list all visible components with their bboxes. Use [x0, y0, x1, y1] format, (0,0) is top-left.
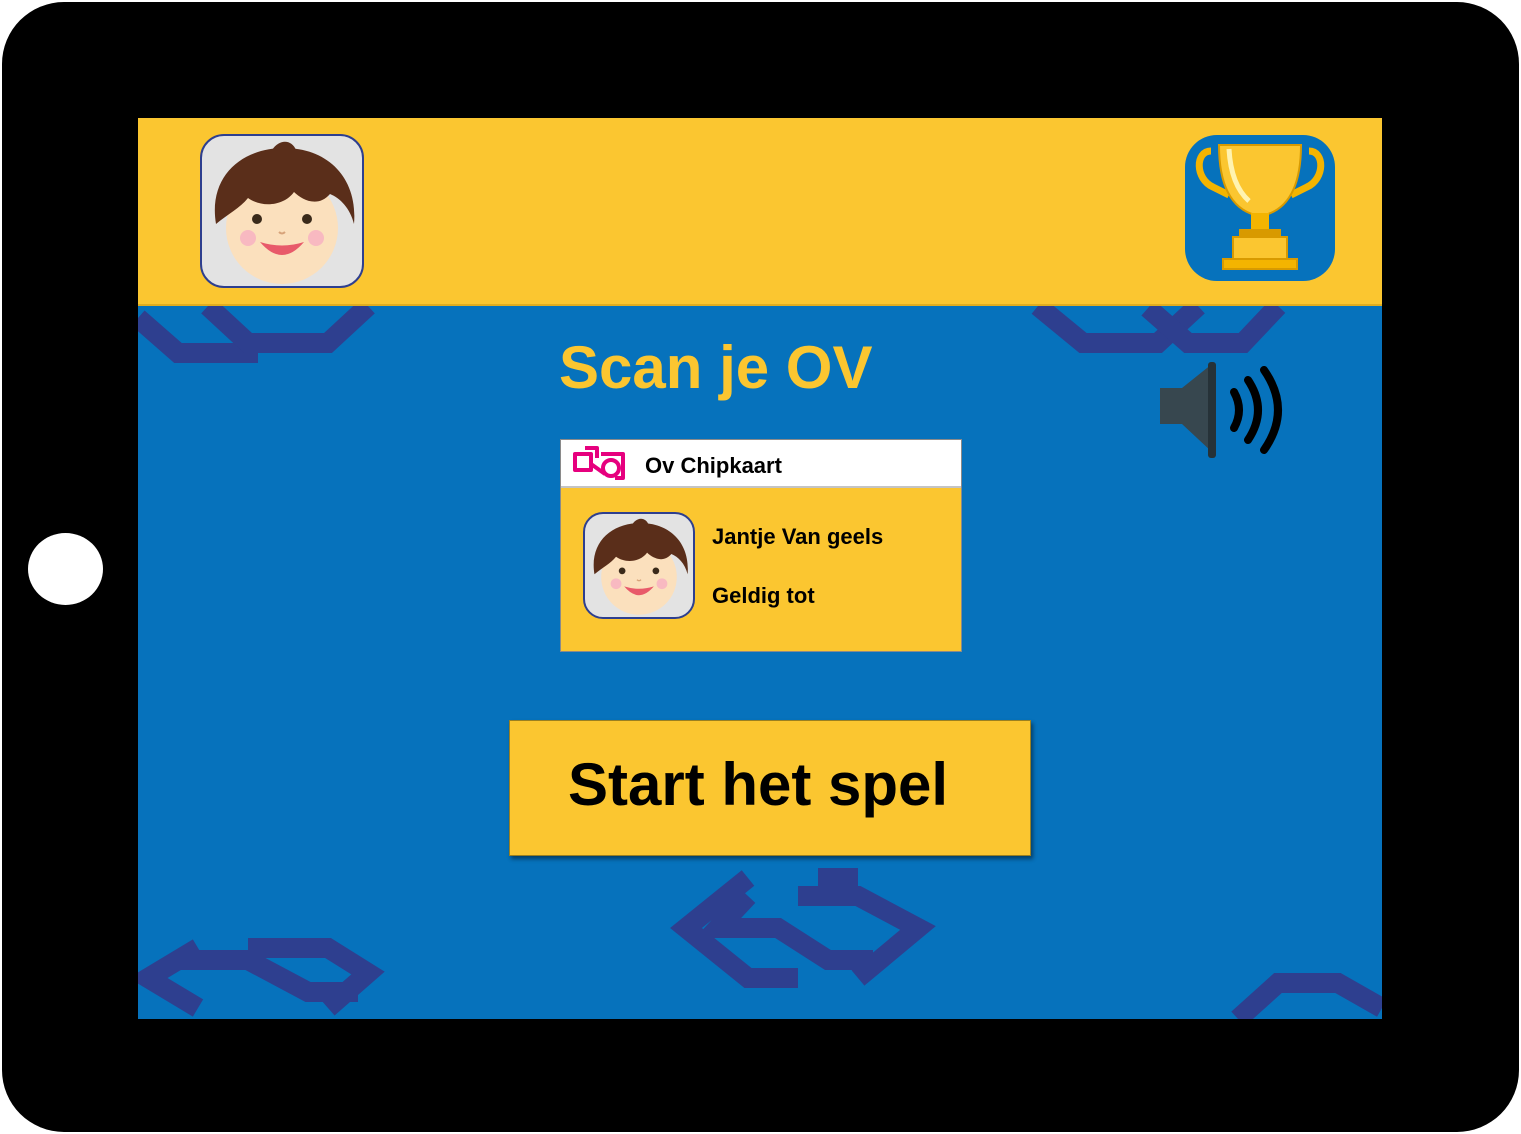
app-screen: Scan je OV Ov Chipkaart Jantje Van geels… [138, 118, 1382, 1019]
child-face-icon [213, 140, 356, 285]
sound-button[interactable] [1154, 360, 1304, 460]
trophy-icon [1195, 144, 1325, 270]
ov-logo-icon [571, 444, 627, 482]
home-button[interactable] [28, 533, 103, 605]
pattern-shape-bottom-left [138, 938, 385, 1017]
speaker-volume-icon [1160, 362, 1282, 458]
top-bar [138, 118, 1382, 306]
start-game-button[interactable]: Start het spel [509, 720, 1031, 856]
pattern-shape-bottom-right [1231, 973, 1382, 1019]
ov-card-title: Ov Chipkaart [645, 453, 782, 478]
card-holder-name: Jantje Van geels [712, 524, 884, 549]
trophy-button[interactable] [1185, 135, 1335, 281]
ov-card-header: Ov Chipkaart [561, 440, 961, 488]
child-face-icon [592, 518, 689, 616]
tablet-frame: Scan je OV Ov Chipkaart Jantje Van geels… [2, 2, 1519, 1132]
pattern-shape-bottom-center [670, 868, 936, 988]
profile-button[interactable] [200, 134, 364, 288]
ov-chipkaart-card: Ov Chipkaart Jantje Van geels Geldig tot [560, 439, 962, 652]
start-game-label: Start het spel [568, 751, 949, 818]
page-title: Scan je OV [559, 334, 873, 401]
card-holder-avatar [583, 512, 695, 619]
card-valid-until: Geldig tot [712, 583, 815, 608]
